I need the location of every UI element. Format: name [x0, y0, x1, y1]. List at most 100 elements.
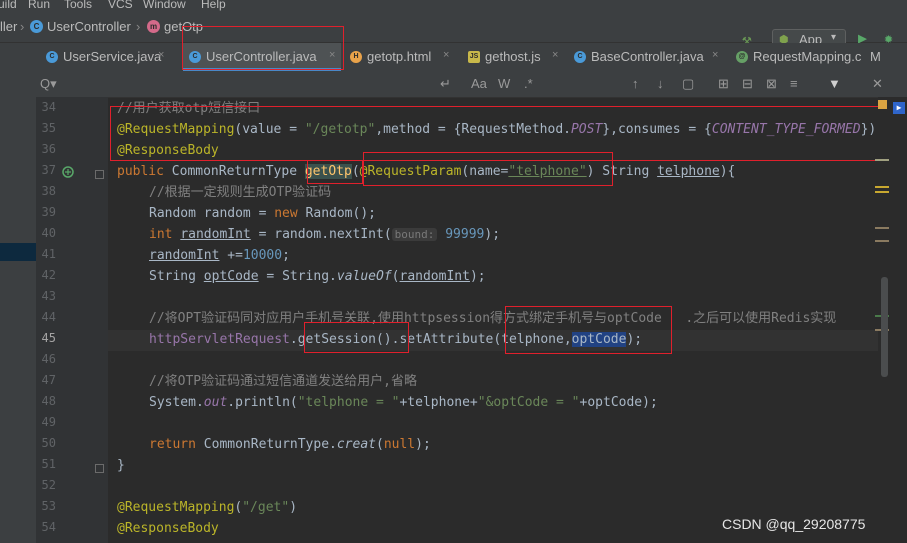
code-line-50: return CommonReturnType.creat(null); — [149, 437, 431, 452]
close-icon[interactable]: × — [443, 49, 449, 61]
tab-gethost-js[interactable]: JS gethost.js × — [462, 43, 566, 71]
breadcrumb-method[interactable]: getOtp — [164, 19, 203, 34]
toggle-selection-icon[interactable]: ⊠ — [766, 76, 777, 92]
regex-icon[interactable]: .* — [524, 76, 533, 91]
breadcrumb-package[interactable]: ller — [0, 19, 17, 34]
close-icon[interactable]: × — [329, 49, 335, 61]
next-occurrence-icon[interactable]: ↓ — [657, 76, 664, 91]
scrollbar-thumb[interactable] — [881, 277, 888, 377]
code-line-53: @RequestMapping("/get") — [117, 500, 298, 515]
menu-build[interactable]: uild — [0, 0, 17, 11]
code-line-37: public CommonReturnType getOtp(@RequestP… — [117, 164, 736, 179]
breadcrumb-separator: › — [136, 19, 141, 34]
chevron-down-icon: ▾ — [831, 32, 837, 43]
code-line-36: @ResponseBody — [117, 143, 219, 158]
stripe-mark — [875, 191, 889, 193]
menu-run[interactable]: Run — [28, 0, 50, 11]
close-icon[interactable]: × — [158, 49, 164, 61]
inspection-icon[interactable]: ▶ — [893, 102, 905, 114]
class-icon: C — [46, 51, 58, 63]
tab-usercontroller[interactable]: C UserController.java × — [183, 43, 341, 71]
stripe-mark — [875, 186, 889, 188]
search-icon[interactable]: Q▾ — [40, 76, 57, 92]
tab-label: M — [870, 49, 881, 64]
line-number: 42 — [41, 268, 56, 282]
fold-icon[interactable] — [95, 170, 104, 179]
warning-indicator-icon[interactable] — [878, 100, 887, 109]
match-case-icon[interactable]: Aa — [471, 76, 487, 91]
menu-help[interactable]: Help — [201, 0, 226, 11]
whole-words-icon[interactable]: W — [498, 76, 510, 91]
fold-icon[interactable] — [95, 464, 104, 473]
code-line-44: //将OPT验证码同对应用户手机号关联,使用httpsession得方式绑定手机… — [149, 311, 837, 326]
project-selected-item[interactable] — [0, 243, 36, 261]
navigation-bar: ller › C UserController › m getOtp ⚒ ⬢ A… — [0, 12, 907, 51]
line-number: 37 — [41, 163, 56, 177]
line-number: 52 — [41, 478, 56, 492]
code-line-35: @RequestMapping(value = "/getotp",method… — [117, 122, 877, 137]
line-number: 39 — [41, 205, 56, 219]
line-number: 49 — [41, 415, 56, 429]
filter-icon[interactable]: ▼ — [828, 76, 841, 91]
line-number: 44 — [41, 310, 56, 324]
stripe-mark — [875, 159, 889, 161]
class-icon: C — [574, 51, 586, 63]
error-stripe[interactable]: ▶ — [875, 97, 907, 543]
in-selection-icon[interactable]: ≡ — [790, 76, 798, 91]
tab-basecontroller[interactable]: C BaseController.java × — [568, 43, 726, 71]
line-number: 40 — [41, 226, 56, 240]
editor-tab-bar: C UserService.java × C UserController.ja… — [0, 43, 907, 72]
line-number: 47 — [41, 373, 56, 387]
project-pane — [0, 71, 37, 543]
watermark: CSDN @qq_29208775 — [722, 516, 866, 532]
tab-label: UserService.java — [63, 49, 162, 64]
menu-window[interactable]: Window — [143, 0, 186, 11]
class-icon: C — [189, 51, 201, 63]
html-file-icon: H — [350, 51, 362, 63]
newline-icon[interactable]: ↵ — [440, 76, 451, 92]
find-bar: Q▾ ↵ Aa W .* ↑ ↓ ▢ ⊞ ⊟ ⊠ ≡ ▼ ✕ — [36, 71, 907, 98]
menu-bar: uild Run Tools VCS Window Help — [0, 0, 907, 12]
code-line-39: Random random = new Random(); — [149, 206, 376, 221]
tab-label: gethost.js — [485, 49, 541, 64]
code-line-47: //将OTP验证码通过短信通道发送给用户,省略 — [149, 374, 417, 389]
tab-label: RequestMapping.c — [753, 49, 862, 64]
line-number: 38 — [41, 184, 56, 198]
close-icon[interactable]: × — [552, 49, 558, 61]
js-file-icon: JS — [468, 51, 480, 63]
tab-userservice[interactable]: C UserService.java × — [40, 43, 172, 71]
close-icon[interactable]: × — [712, 49, 718, 61]
parameter-hint: bound: — [391, 228, 438, 241]
add-selection-icon[interactable]: ⊞ — [718, 76, 729, 92]
tab-getotp-html[interactable]: H getotp.html × — [344, 43, 456, 71]
class-icon: C — [30, 20, 43, 33]
menu-tools[interactable]: Tools — [64, 0, 92, 11]
breadcrumb-separator: › — [20, 19, 25, 34]
tab-label: BaseController.java — [591, 49, 704, 64]
line-number: 41 — [41, 247, 56, 261]
close-icon[interactable]: ✕ — [872, 76, 883, 92]
line-number-current: 45 — [41, 331, 56, 345]
code-line-34: //用户获取otp短信接口 — [117, 101, 261, 116]
code-line-38: //根据一定规则生成OTP验证码 — [149, 185, 332, 200]
stripe-mark — [875, 227, 889, 229]
remove-selection-icon[interactable]: ⊟ — [742, 76, 753, 92]
menu-vcs[interactable]: VCS — [108, 0, 133, 11]
breadcrumb-class[interactable]: UserController — [47, 19, 131, 34]
annotation-icon: @ — [736, 51, 748, 63]
line-number: 50 — [41, 436, 56, 450]
tab-more[interactable]: M — [866, 43, 907, 71]
web-endpoint-icon[interactable] — [61, 165, 75, 179]
code-line-48: System.out.println("telphone = "+telphon… — [149, 395, 658, 410]
line-number: 54 — [41, 520, 56, 534]
line-number: 34 — [41, 100, 56, 114]
code-line-45: httpServletRequest.getSession().setAttri… — [149, 332, 643, 347]
line-number: 51 — [41, 457, 56, 471]
previous-occurrence-icon[interactable]: ↑ — [632, 76, 639, 91]
line-number: 35 — [41, 121, 56, 135]
line-number: 46 — [41, 352, 56, 366]
select-all-icon[interactable]: ▢ — [682, 76, 694, 92]
tab-requestmapping[interactable]: @ RequestMapping.c — [730, 43, 864, 71]
code-line-41: randomInt +=10000; — [149, 248, 290, 263]
line-number: 48 — [41, 394, 56, 408]
